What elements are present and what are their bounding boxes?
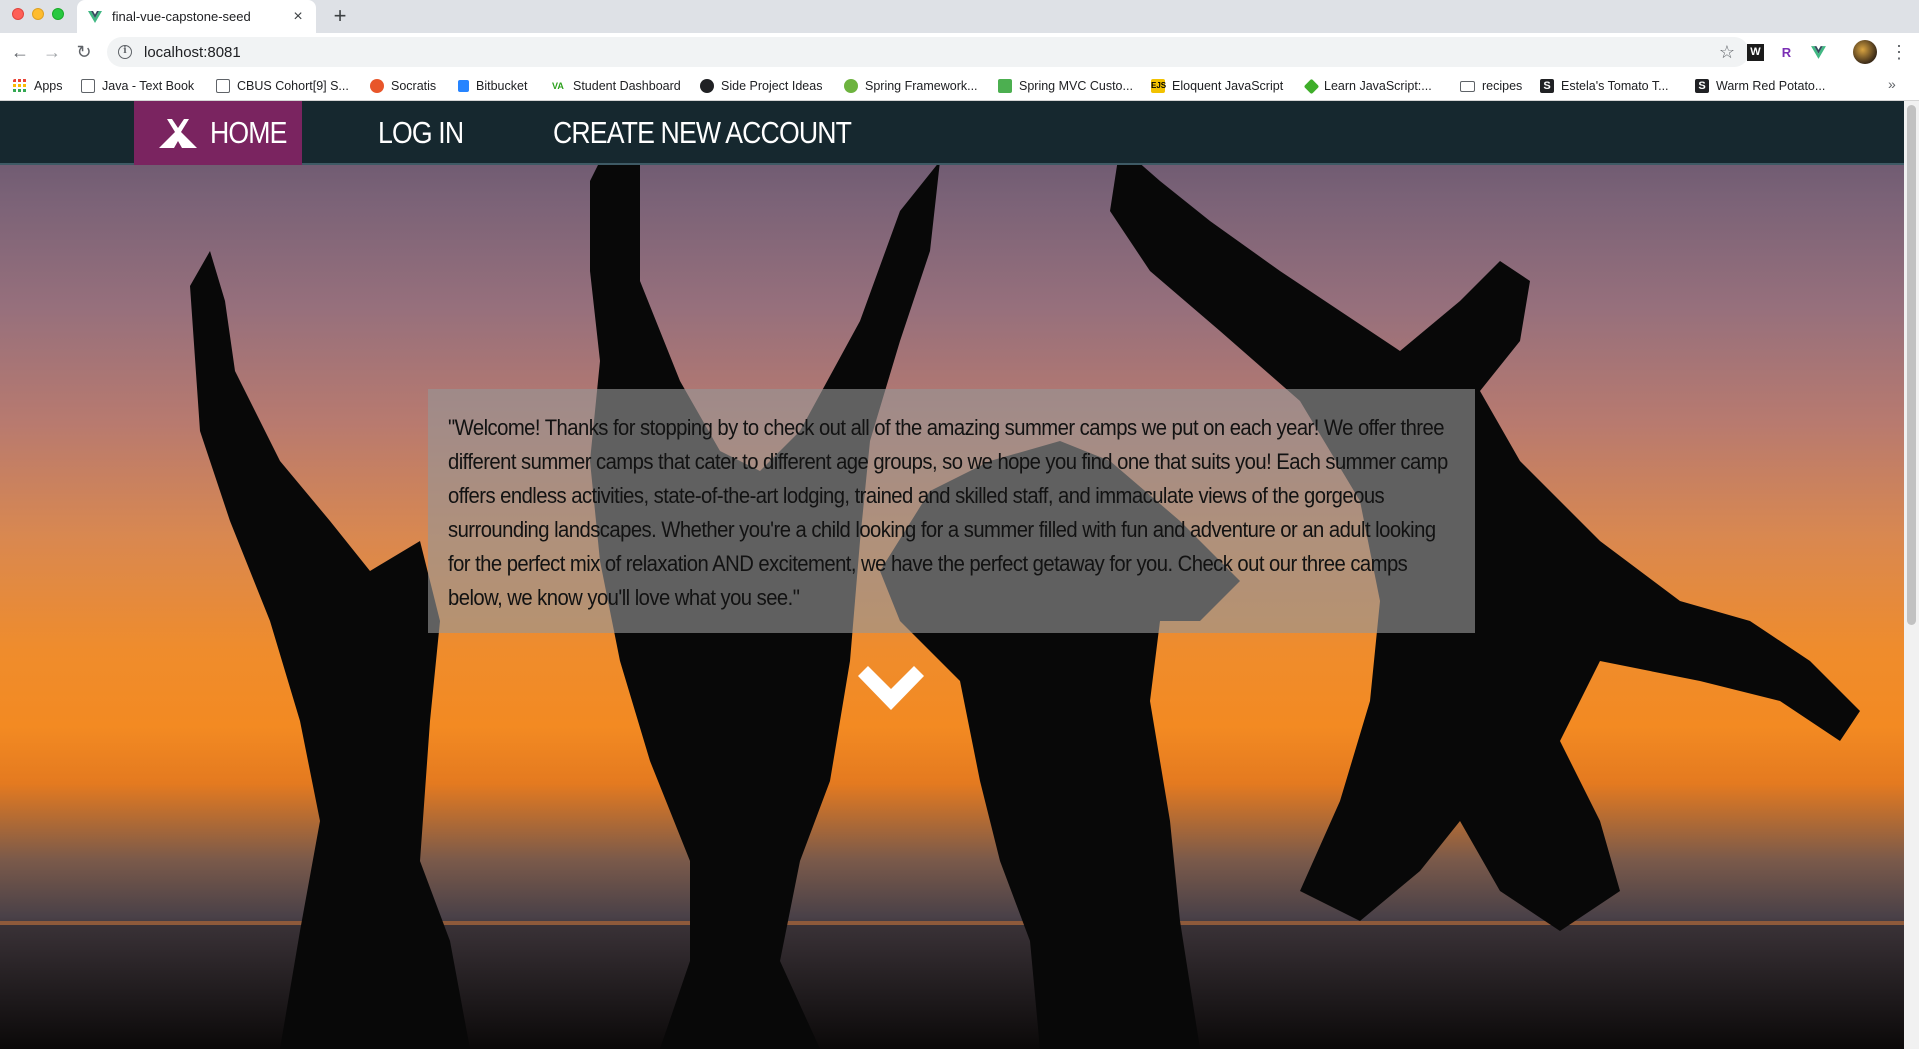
- address-bar[interactable]: i localhost:8081 ☆: [107, 37, 1749, 67]
- extension-w-icon[interactable]: W: [1747, 44, 1764, 61]
- bookmark-apps[interactable]: Apps: [13, 78, 63, 94]
- spring-icon: [844, 79, 858, 93]
- socratis-icon: [370, 79, 384, 93]
- bitbucket-icon: [458, 80, 469, 92]
- minimize-window-button[interactable]: [32, 8, 44, 20]
- s-icon: S: [1540, 79, 1554, 93]
- extension-r-icon[interactable]: R: [1778, 44, 1795, 61]
- bookmarks-bar: Apps Java - Text Book CBUS Cohort[9] S..…: [0, 71, 1919, 101]
- bookmark-cbus-cohort[interactable]: CBUS Cohort[9] S...: [216, 78, 349, 94]
- bookmark-eloquent-javascript[interactable]: EJS Eloquent JavaScript: [1151, 78, 1283, 94]
- welcome-message-text: "Welcome! Thanks for stopping by to chec…: [448, 415, 1448, 610]
- nav-login-link[interactable]: LOG IN: [378, 101, 464, 165]
- page-scrollbar-thumb[interactable]: [1907, 105, 1916, 625]
- bookmark-estelas-tomato[interactable]: S Estela's Tomato T...: [1540, 78, 1669, 94]
- learn-js-icon: [1303, 78, 1320, 94]
- bookmark-spring-mvc[interactable]: Spring MVC Custo...: [998, 78, 1133, 94]
- new-tab-button[interactable]: +: [328, 4, 352, 28]
- bookmark-learn-javascript[interactable]: Learn JavaScript:...: [1303, 78, 1432, 94]
- apps-grid-icon: [13, 79, 26, 92]
- bookmark-warm-red-potato[interactable]: S Warm Red Potato...: [1695, 78, 1825, 94]
- trello-icon: [216, 79, 230, 93]
- bookmark-bitbucket[interactable]: Bitbucket: [458, 78, 527, 94]
- vue-devtools-icon[interactable]: [1810, 44, 1827, 61]
- page-viewport: HOME LOG IN CREATE NEW ACCOUNT "Welcome!…: [0, 101, 1919, 1049]
- bookmark-java-text-book[interactable]: Java - Text Book: [81, 78, 194, 94]
- site-navbar: HOME LOG IN CREATE NEW ACCOUNT: [0, 101, 1904, 165]
- nav-home-link[interactable]: HOME: [134, 101, 302, 165]
- url-text[interactable]: localhost:8081: [144, 44, 241, 61]
- site-info-icon[interactable]: i: [118, 45, 132, 59]
- nav-create-account-link[interactable]: CREATE NEW ACCOUNT: [553, 101, 852, 165]
- bookmark-spring-framework[interactable]: Spring Framework...: [844, 78, 978, 94]
- browser-tab-active[interactable]: final-vue-capstone-seed ×: [77, 0, 316, 33]
- maximize-window-button[interactable]: [52, 8, 64, 20]
- bookmark-socratis[interactable]: Socratis: [370, 78, 436, 94]
- browser-tabstrip: final-vue-capstone-seed × +: [0, 0, 1919, 33]
- bookmark-side-project-ideas[interactable]: Side Project Ideas: [700, 78, 822, 94]
- ejs-icon: EJS: [1151, 79, 1166, 93]
- browser-toolbar: ← → ↻ i localhost:8081 ☆ W R ⋮: [0, 33, 1919, 71]
- profile-avatar[interactable]: [1853, 40, 1877, 64]
- forward-arrow-icon[interactable]: →: [41, 41, 63, 63]
- bookmark-recipes[interactable]: recipes: [1460, 78, 1522, 94]
- kebab-menu-icon[interactable]: ⋮: [1890, 42, 1908, 63]
- s-icon: S: [1695, 79, 1709, 93]
- tab-close-icon[interactable]: ×: [290, 8, 306, 25]
- back-arrow-icon[interactable]: ←: [9, 41, 31, 63]
- nav-home-label: HOME: [210, 115, 287, 150]
- vue-logo-icon: [88, 10, 102, 23]
- close-window-button[interactable]: [12, 8, 24, 20]
- book-icon: [81, 79, 95, 93]
- tab-title: final-vue-capstone-seed: [112, 9, 251, 24]
- va-icon: VA: [552, 81, 564, 91]
- tent-icon: [159, 119, 197, 148]
- folder-icon: [1460, 80, 1475, 92]
- reload-icon[interactable]: ↻: [73, 41, 95, 63]
- bookmark-star-icon[interactable]: ☆: [1719, 42, 1735, 63]
- leaf-icon: [998, 79, 1012, 93]
- bookmarks-overflow-chevron-icon[interactable]: »: [1888, 76, 1896, 92]
- page-scrollbar[interactable]: [1904, 101, 1919, 1049]
- bookmark-student-dashboard[interactable]: VA Student Dashboard: [552, 78, 681, 94]
- github-icon: [700, 79, 714, 93]
- scroll-down-chevron-icon[interactable]: [854, 664, 928, 714]
- welcome-message-box: "Welcome! Thanks for stopping by to chec…: [428, 389, 1475, 633]
